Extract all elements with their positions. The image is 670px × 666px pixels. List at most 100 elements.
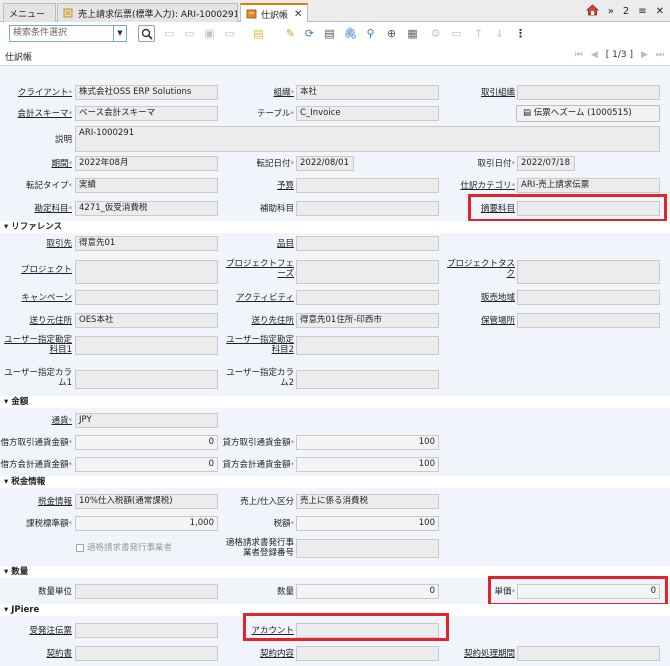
next-record-icon[interactable]: ▶ bbox=[641, 50, 648, 60]
tab-sales-invoice[interactable]: 売上請求伝票(標準入力): ARI-1000291✕ bbox=[57, 3, 238, 22]
sales-purchase-field[interactable]: 売上に係る消費税 bbox=[296, 494, 439, 509]
label-activity[interactable]: アクティビティ bbox=[222, 293, 294, 303]
label-tax-info[interactable]: 税金情報 bbox=[0, 497, 72, 507]
label-project-task[interactable]: プロジェクトタスク bbox=[443, 259, 515, 279]
label-user1[interactable]: ユーザー指定勘定科目1 bbox=[0, 335, 72, 355]
qualified-reg-field[interactable] bbox=[296, 539, 439, 558]
label-project[interactable]: プロジェクト bbox=[0, 265, 72, 275]
copy-icon[interactable]: ▭ bbox=[182, 26, 197, 41]
close-icon[interactable]: ✕ bbox=[294, 9, 302, 20]
archive-icon[interactable]: ▦ bbox=[405, 26, 420, 41]
label-ship-to[interactable]: 送り先住所 bbox=[222, 316, 294, 326]
dr-src-field[interactable]: 0 bbox=[75, 435, 218, 450]
attachment-icon[interactable]: 🖇 bbox=[343, 26, 358, 41]
label-locator[interactable]: 保管場所 bbox=[443, 316, 515, 326]
doc-zoom-button[interactable]: ▤ 伝票へズーム (1000515) bbox=[516, 105, 660, 122]
post-date-field[interactable]: 2022/08/01 bbox=[296, 156, 354, 171]
home-icon[interactable] bbox=[585, 4, 599, 19]
order-doc-field[interactable] bbox=[75, 623, 218, 638]
tab-menu[interactable]: メニュー bbox=[3, 3, 56, 22]
section-tax[interactable]: ▾ 税金情報 bbox=[0, 476, 670, 488]
period-field[interactable]: 2022年08月 bbox=[75, 156, 218, 171]
label-bpartner[interactable]: 取引先 bbox=[0, 239, 72, 249]
label-order-doc[interactable]: 受発注伝票 bbox=[0, 626, 72, 636]
product-field[interactable] bbox=[296, 236, 439, 251]
label-budget[interactable]: 予算 bbox=[222, 181, 294, 191]
tab-journal[interactable]: 仕訳帳 ✕ bbox=[240, 3, 308, 23]
bpartner-field[interactable]: 得意先01 bbox=[75, 236, 218, 251]
print-icon[interactable]: ▭ bbox=[449, 26, 464, 41]
label-ship-from[interactable]: 送り元住所 bbox=[0, 316, 72, 326]
qty-field[interactable]: 0 bbox=[296, 584, 439, 599]
label-sales-region[interactable]: 販売地域 bbox=[443, 293, 515, 303]
delete-icon[interactable]: ▭ bbox=[222, 26, 237, 41]
tax-info-field[interactable]: 10%仕入税額(通常課税) bbox=[75, 494, 218, 509]
detail-icon[interactable]: ▤ bbox=[322, 26, 337, 41]
locator-field[interactable] bbox=[517, 313, 660, 328]
chevron-down-icon[interactable]: » bbox=[608, 6, 614, 17]
ship-from-field[interactable]: OES本社 bbox=[75, 313, 218, 328]
contract-content-field[interactable] bbox=[296, 646, 439, 661]
uom-field[interactable] bbox=[75, 584, 218, 599]
trx-date-field[interactable]: 2022/07/18 bbox=[517, 156, 575, 171]
sub-account-field[interactable] bbox=[296, 201, 439, 216]
project-task-field[interactable] bbox=[517, 260, 660, 284]
chevron-down-icon[interactable]: ▼ bbox=[113, 26, 126, 41]
search-input[interactable]: 検索条件選択 ▼ bbox=[9, 25, 127, 42]
arrow-up-icon[interactable]: ↑ bbox=[471, 26, 486, 41]
label-post-cat[interactable]: 仕訳カテゴリ* bbox=[443, 181, 515, 191]
trx-org-field[interactable] bbox=[517, 85, 660, 100]
client-field[interactable]: 株式会社OSS ERP Solutions bbox=[75, 85, 218, 100]
label-contract-period[interactable]: 契約処理期間 bbox=[443, 649, 515, 659]
org-field[interactable]: 本社 bbox=[296, 85, 439, 100]
section-reference[interactable]: ▾ リファレンス bbox=[0, 221, 670, 233]
user1-field[interactable] bbox=[75, 336, 218, 355]
refresh-icon[interactable]: ⟳ bbox=[302, 26, 317, 41]
account-field[interactable]: 4271_仮受消費税 bbox=[75, 201, 218, 216]
label-user2[interactable]: ユーザー指定勘定科目2 bbox=[222, 335, 294, 355]
contract-field[interactable] bbox=[75, 646, 218, 661]
arrow-down-icon[interactable]: ↓ bbox=[492, 26, 507, 41]
menu-icon[interactable]: ≡ bbox=[638, 6, 646, 17]
section-amount[interactable]: ▾ 金額 bbox=[0, 396, 670, 408]
post-type-field[interactable]: 実績 bbox=[75, 178, 218, 193]
tax-amt-field[interactable]: 100 bbox=[296, 516, 439, 531]
sales-region-field[interactable] bbox=[517, 290, 660, 305]
first-record-icon[interactable]: ⏮ bbox=[575, 50, 583, 60]
label-account[interactable]: 勘定科目* bbox=[0, 204, 72, 214]
ucol2-field[interactable] bbox=[296, 370, 439, 389]
label-project-phase[interactable]: プロジェクトフェーズ bbox=[222, 259, 294, 279]
currency-field[interactable]: JPY bbox=[75, 413, 218, 428]
project-field[interactable] bbox=[75, 260, 218, 284]
label-period[interactable]: 期間* bbox=[0, 159, 72, 169]
prev-record-icon[interactable]: ◀ bbox=[591, 50, 598, 60]
ucol1-field[interactable] bbox=[75, 370, 218, 389]
description-field[interactable]: ARI-1000291 bbox=[75, 126, 660, 152]
schema-field[interactable]: ベース会計スキーマ bbox=[75, 106, 218, 121]
label-contract[interactable]: 契約書 bbox=[0, 649, 72, 659]
table-field[interactable]: C_Invoice bbox=[296, 106, 439, 121]
grid-toggle-icon[interactable]: ▤ bbox=[251, 26, 266, 41]
dr-acct-field[interactable]: 0 bbox=[75, 457, 218, 472]
close-all-icon[interactable]: ✕ bbox=[656, 6, 664, 17]
new-record-icon[interactable]: ▭ bbox=[162, 26, 177, 41]
label-currency[interactable]: 通貨* bbox=[0, 416, 72, 426]
label-contract-content[interactable]: 契約内容 bbox=[222, 649, 294, 659]
search-icon[interactable] bbox=[138, 25, 155, 42]
more-options-icon[interactable]: ⋮ bbox=[513, 26, 528, 41]
contract-period-field[interactable] bbox=[517, 646, 660, 661]
label-product[interactable]: 品目 bbox=[222, 239, 294, 249]
label-org[interactable]: 組織* bbox=[222, 88, 294, 98]
label-schema[interactable]: 会計スキーマ* bbox=[0, 109, 72, 119]
label-trx-org[interactable]: 取引組織 bbox=[443, 88, 515, 98]
cr-src-field[interactable]: 100 bbox=[296, 435, 439, 450]
label-campaign[interactable]: キャンペーン bbox=[0, 293, 72, 303]
label-client[interactable]: クライアント* bbox=[0, 88, 72, 98]
last-record-icon[interactable]: ⏭ bbox=[656, 50, 664, 60]
activity-field[interactable] bbox=[296, 290, 439, 305]
user2-field[interactable] bbox=[296, 336, 439, 355]
campaign-field[interactable] bbox=[75, 290, 218, 305]
qualified-issuer-checkbox[interactable] bbox=[76, 544, 84, 552]
report-icon[interactable]: ✎ bbox=[283, 26, 298, 41]
project-phase-field[interactable] bbox=[296, 260, 439, 284]
